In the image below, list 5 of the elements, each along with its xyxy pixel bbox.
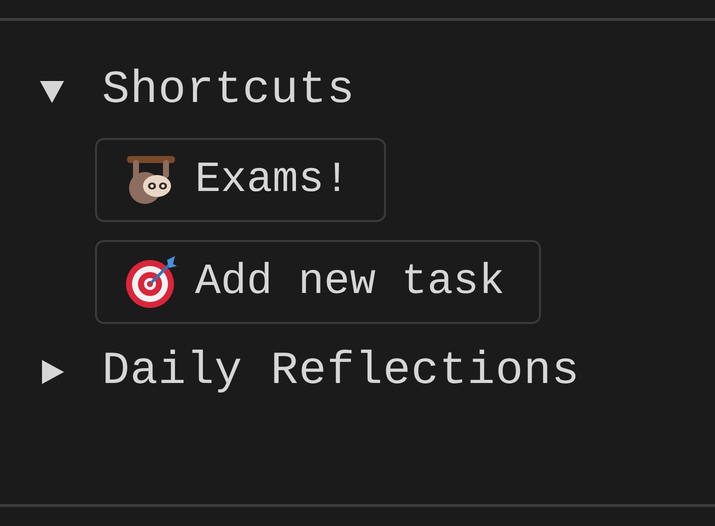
target-icon bbox=[123, 254, 179, 310]
section-title[interactable]: Shortcuts bbox=[102, 63, 355, 118]
shortcut-button[interactable]: Exams! bbox=[95, 138, 386, 222]
shortcut-button[interactable]: Add new task bbox=[95, 240, 541, 324]
section-title[interactable]: Daily Reflections bbox=[102, 344, 580, 400]
